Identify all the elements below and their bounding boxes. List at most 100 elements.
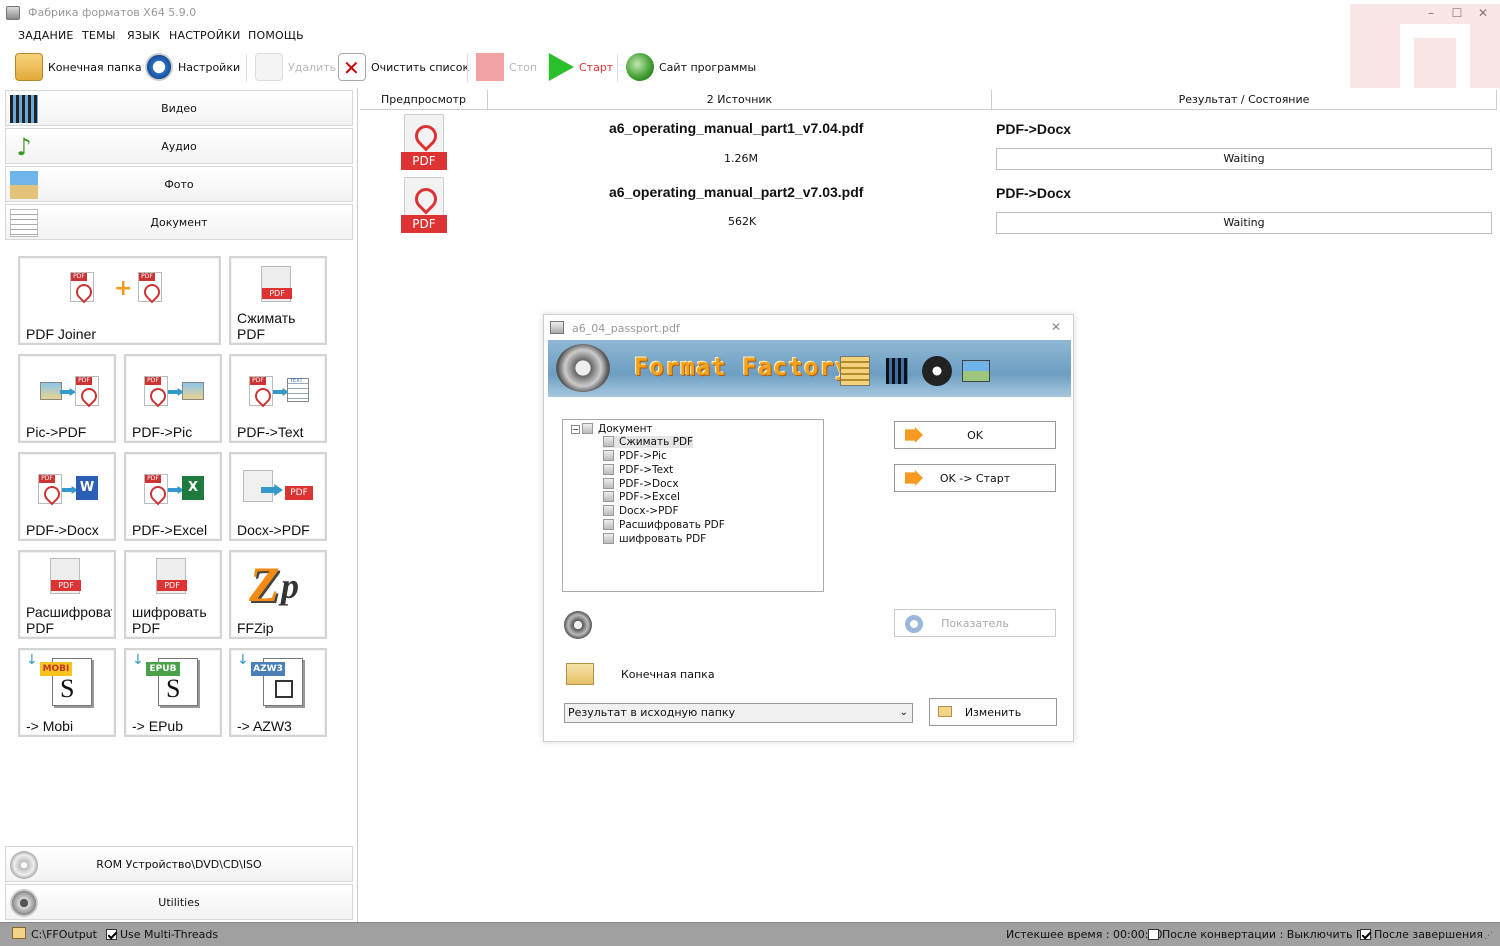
tile-pdf-to-excel[interactable]: X PDF->Excel — [124, 452, 222, 541]
film-reel-icon — [10, 889, 38, 917]
output-path[interactable]: C:\FFOutput — [31, 928, 97, 941]
category-audio[interactable]: ♪ Аудио — [5, 128, 353, 164]
tile-pdf-to-docx[interactable]: W PDF->Docx — [18, 452, 116, 541]
tile-docx-to-pdf[interactable]: PDF Docx->PDF — [229, 452, 327, 541]
multithread-checkbox[interactable]: Use Multi-Threads — [106, 928, 218, 941]
script-s-icon: S — [166, 674, 181, 703]
website-label: Сайт программы — [659, 60, 757, 74]
start-button[interactable]: Старт — [546, 48, 613, 86]
format-tree[interactable]: − Документ Сжимать PDF PDF->Pic PDF->Text… — [562, 419, 824, 592]
folder-icon — [15, 53, 43, 81]
disc-icon — [10, 851, 38, 879]
stop-button[interactable]: Стоп — [476, 48, 537, 86]
output-folder-button[interactable]: Конечная папка — [15, 48, 142, 86]
tile-pdf-to-text[interactable]: TEXT PDF->Text — [229, 354, 327, 443]
menu-help[interactable]: ПОМОЩЬ — [248, 29, 304, 42]
tile-label: PDF->Docx — [26, 522, 99, 538]
clear-list-button[interactable]: ✕ Очистить список — [338, 48, 469, 86]
delete-button[interactable]: Удалить — [255, 48, 336, 86]
category-utilities[interactable]: Utilities — [5, 884, 353, 920]
settings-button[interactable]: Настройки — [145, 48, 240, 86]
status-progress: Waiting — [996, 212, 1492, 234]
checkbox-icon — [1148, 929, 1159, 940]
category-document[interactable]: Документ — [5, 204, 353, 240]
pdf-badge-icon: PDF — [285, 486, 313, 500]
tile-label: PDF Joiner — [26, 326, 97, 342]
tile-to-epub[interactable]: ↓ EPUB S -> EPub — [124, 648, 222, 737]
column-preview[interactable]: Предпросмотр — [360, 90, 488, 110]
indicator-button[interactable]: Показатель — [894, 609, 1056, 637]
output-folder-select[interactable]: Результат в исходную папку ⌄ — [564, 703, 913, 723]
tree-item-docx-pdf[interactable]: Docx->PDF — [603, 505, 679, 517]
tile-ffzip[interactable]: Z p FFZip — [229, 550, 327, 639]
banner-title: Format Factory — [634, 353, 851, 381]
tree-item-pdf-text[interactable]: PDF->Text — [603, 464, 673, 476]
category-rom-label: ROM Устройство\DVD\CD\ISO — [96, 857, 262, 871]
document-icon — [10, 209, 38, 237]
checkbox-icon — [106, 929, 117, 940]
tile-to-mobi[interactable]: ↓ MOBI S -> Mobi — [18, 648, 116, 737]
column-result[interactable]: Результат / Состояние — [992, 90, 1497, 110]
tree-item-encrypt-pdf[interactable]: шифровать PDF — [603, 533, 706, 545]
menu-task[interactable]: ЗАДАНИЕ — [18, 29, 74, 42]
orange-arrow-icon — [905, 470, 923, 486]
tree-item-pdf-pic[interactable]: PDF->Pic — [603, 450, 667, 462]
tile-label: Pic->PDF — [26, 424, 87, 440]
tile-label: PDF->Excel — [132, 522, 208, 538]
tile-decrypt-pdf[interactable]: PDF Расшифровать PDF — [18, 550, 116, 639]
folder-open-icon — [938, 706, 952, 717]
menu-themes[interactable]: ТЕМЫ — [82, 29, 116, 42]
tree-item-pdf-docx[interactable]: PDF->Docx — [603, 478, 679, 490]
tree-item-pdf-excel[interactable]: PDF->Excel — [603, 491, 680, 503]
tile-to-azw3[interactable]: ↓ AZW3 -> AZW3 — [229, 648, 327, 737]
category-video-label: Видео — [161, 101, 197, 115]
shutdown-checkbox[interactable]: После конвертации : Выключить ПК — [1148, 928, 1372, 941]
after-finish-checkbox[interactable]: После завершения — [1360, 928, 1483, 941]
ok-button[interactable]: OK — [894, 421, 1056, 449]
document-stack-icon — [840, 356, 870, 386]
category-rom-device[interactable]: ROM Устройство\DVD\CD\ISO — [5, 846, 353, 882]
category-video[interactable]: Видео — [5, 90, 353, 126]
status-progress: Waiting — [996, 148, 1492, 170]
menu-language[interactable]: ЯЗЫК — [127, 29, 160, 42]
dialog-close-button[interactable]: ✕ — [1051, 320, 1061, 334]
encrypt-pdf-icon: PDF — [156, 558, 187, 594]
column-source[interactable]: 2 Источник — [488, 90, 992, 110]
website-button[interactable]: Сайт программы — [626, 48, 756, 86]
tile-compress-pdf[interactable]: PDF Сжимать PDF — [229, 256, 327, 345]
stop-label: Стоп — [509, 60, 538, 74]
zip-logo-icon: Z — [249, 556, 280, 612]
download-arrow-icon: ↓ — [237, 652, 249, 668]
app-window: Фабрика форматов X64 5.9.0 – ☐ ✕ ЗАДАНИЕ… — [0, 0, 1500, 946]
change-folder-button[interactable]: Изменить — [929, 698, 1057, 726]
tile-pdf-joiner[interactable]: + PDF Joiner — [18, 256, 221, 345]
speaker-icon — [922, 356, 952, 386]
category-photo[interactable]: Фото — [5, 166, 353, 202]
download-arrow-icon: ↓ — [26, 652, 38, 668]
arrow-icon — [60, 388, 76, 396]
file-name: a6_operating_manual_part1_v7.04.pdf — [609, 120, 864, 136]
output-folder-label: Конечная папка — [48, 60, 142, 74]
tile-pdf-to-pic[interactable]: PDF->Pic — [124, 354, 222, 443]
toolbar: Конечная папка Настройки Удалить ✕ Очист… — [0, 48, 1500, 88]
sidebar: Видео ♪ Аудио Фото Документ + PDF Joiner… — [0, 88, 358, 922]
clear-list-label: Очистить список — [371, 60, 470, 74]
tile-encrypt-pdf[interactable]: PDF шифровать PDF — [124, 550, 222, 639]
tile-label: Сжимать PDF — [237, 310, 296, 342]
tile-pic-to-pdf[interactable]: Pic->PDF — [18, 354, 116, 443]
start-play-icon — [548, 53, 574, 81]
dialog-title: a6_04_passport.pdf — [572, 322, 680, 335]
category-document-label: Документ — [150, 215, 208, 229]
ok-start-button[interactable]: OK -> Старт — [894, 464, 1056, 492]
stop-icon — [476, 53, 504, 81]
file-size: 562K — [728, 215, 757, 228]
excel-icon: X — [182, 476, 204, 500]
resize-grip-icon[interactable]: ⋰ — [1484, 931, 1493, 941]
download-arrow-icon: ↓ — [132, 652, 144, 668]
menu-settings[interactable]: НАСТРОЙКИ — [169, 29, 241, 42]
tree-item-compress-pdf[interactable]: Сжимать PDF — [603, 436, 694, 448]
tree-root[interactable]: − Документ — [571, 423, 653, 435]
film-icon — [886, 358, 908, 384]
tree-item-decrypt-pdf[interactable]: Расшифровать PDF — [603, 519, 725, 531]
tile-label: шифровать PDF — [132, 604, 207, 636]
